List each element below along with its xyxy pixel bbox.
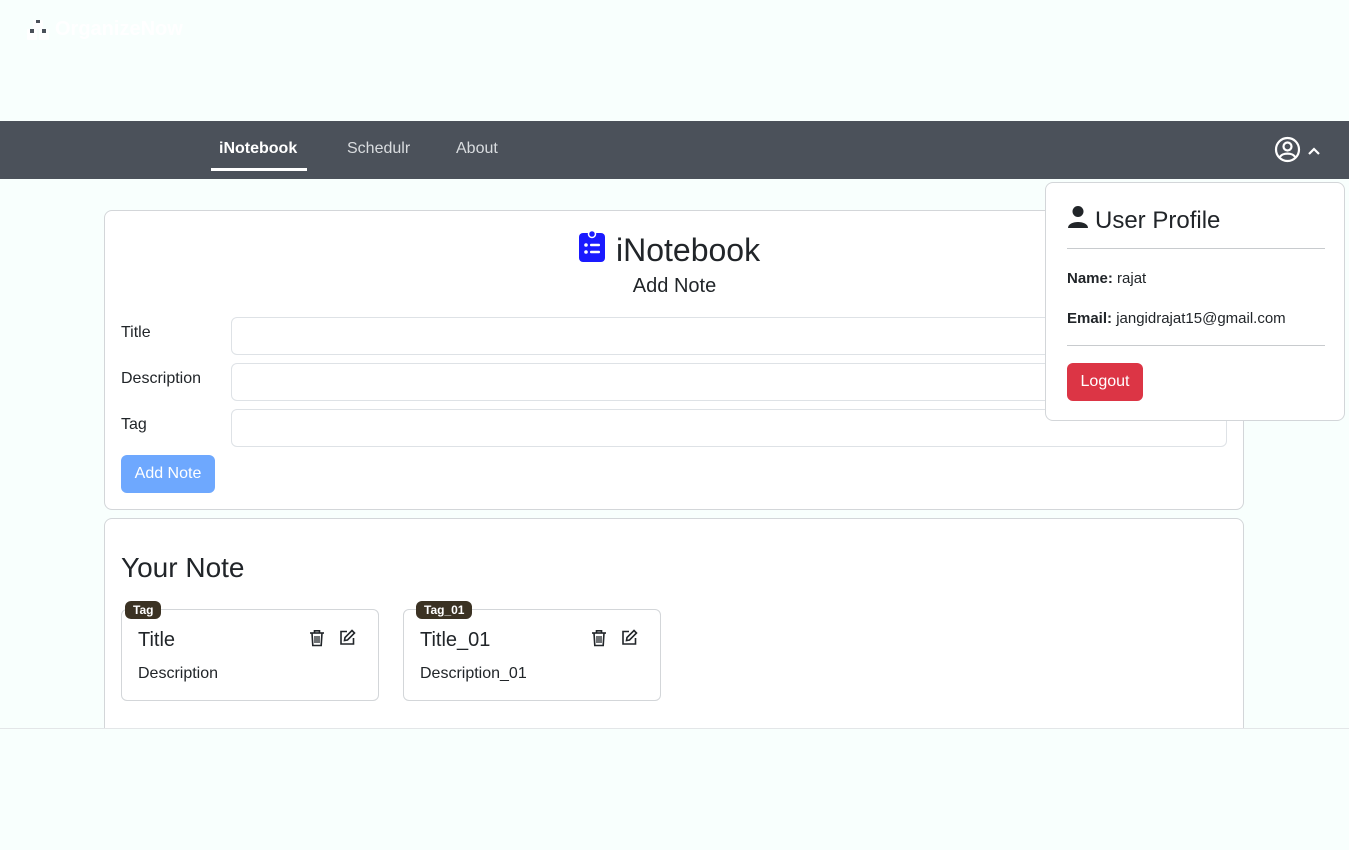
add-note-button[interactable]: Add Note xyxy=(121,455,215,493)
note-card: Tag Title Description xyxy=(121,601,379,701)
boxes-icon xyxy=(26,19,50,41)
divider xyxy=(1067,248,1325,249)
note-tag-badge: Tag xyxy=(125,601,162,619)
note-actions xyxy=(591,629,638,652)
user-profile-dropdown: User Profile Name: rajat Email: jangidra… xyxy=(1045,182,1345,421)
user-menu-toggle[interactable] xyxy=(1274,136,1321,168)
note-title: Title xyxy=(138,629,176,651)
trash-icon[interactable] xyxy=(591,629,607,652)
divider xyxy=(1067,345,1325,346)
logout-button[interactable]: Logout xyxy=(1067,363,1143,401)
profile-name: Name: rajat xyxy=(1067,270,1146,287)
note-description: Description_01 xyxy=(420,665,527,682)
note-tag-badge: Tag_01 xyxy=(416,601,473,619)
email-value: jangidrajat15@gmail.com xyxy=(1116,310,1286,327)
navbar xyxy=(0,121,1349,179)
edit-icon[interactable] xyxy=(621,629,638,652)
name-value: rajat xyxy=(1117,270,1147,287)
trash-icon[interactable] xyxy=(309,629,325,652)
note-title: Title_01 xyxy=(420,629,491,651)
page-bottom-area xyxy=(0,728,1349,850)
profile-title: User Profile xyxy=(1067,205,1220,236)
profile-email: Email: jangidrajat15@gmail.com xyxy=(1067,310,1286,327)
note-description: Description xyxy=(138,665,219,682)
title-label: Title xyxy=(121,324,151,341)
notes-heading: Your Note xyxy=(121,552,245,583)
brand[interactable]: OrganizeNow xyxy=(26,18,183,41)
edit-icon[interactable] xyxy=(339,629,356,652)
nav-link-schedulr[interactable]: Schedulr xyxy=(347,140,410,158)
brand-name: OrganizeNow xyxy=(55,18,183,40)
app-title-text: iNotebook xyxy=(616,231,761,268)
profile-title-text: User Profile xyxy=(1095,206,1221,234)
name-label: Name: xyxy=(1067,270,1113,287)
nav-link-inotebook[interactable]: iNotebook xyxy=(219,140,297,158)
note-card: Tag_01 Title_01 Description_01 xyxy=(403,601,661,701)
email-label: Email: xyxy=(1067,310,1113,327)
chevron-up-icon xyxy=(1307,143,1321,161)
page-title: iNotebook xyxy=(578,229,761,270)
user-circle-icon xyxy=(1274,136,1301,168)
clipboard-list-icon xyxy=(578,229,606,270)
nav-link-about[interactable]: About xyxy=(456,140,498,158)
note-actions xyxy=(309,629,356,652)
nav-active-underline xyxy=(211,168,307,171)
user-icon xyxy=(1067,205,1089,236)
tag-label: Tag xyxy=(121,416,147,433)
description-label: Description xyxy=(121,370,202,387)
